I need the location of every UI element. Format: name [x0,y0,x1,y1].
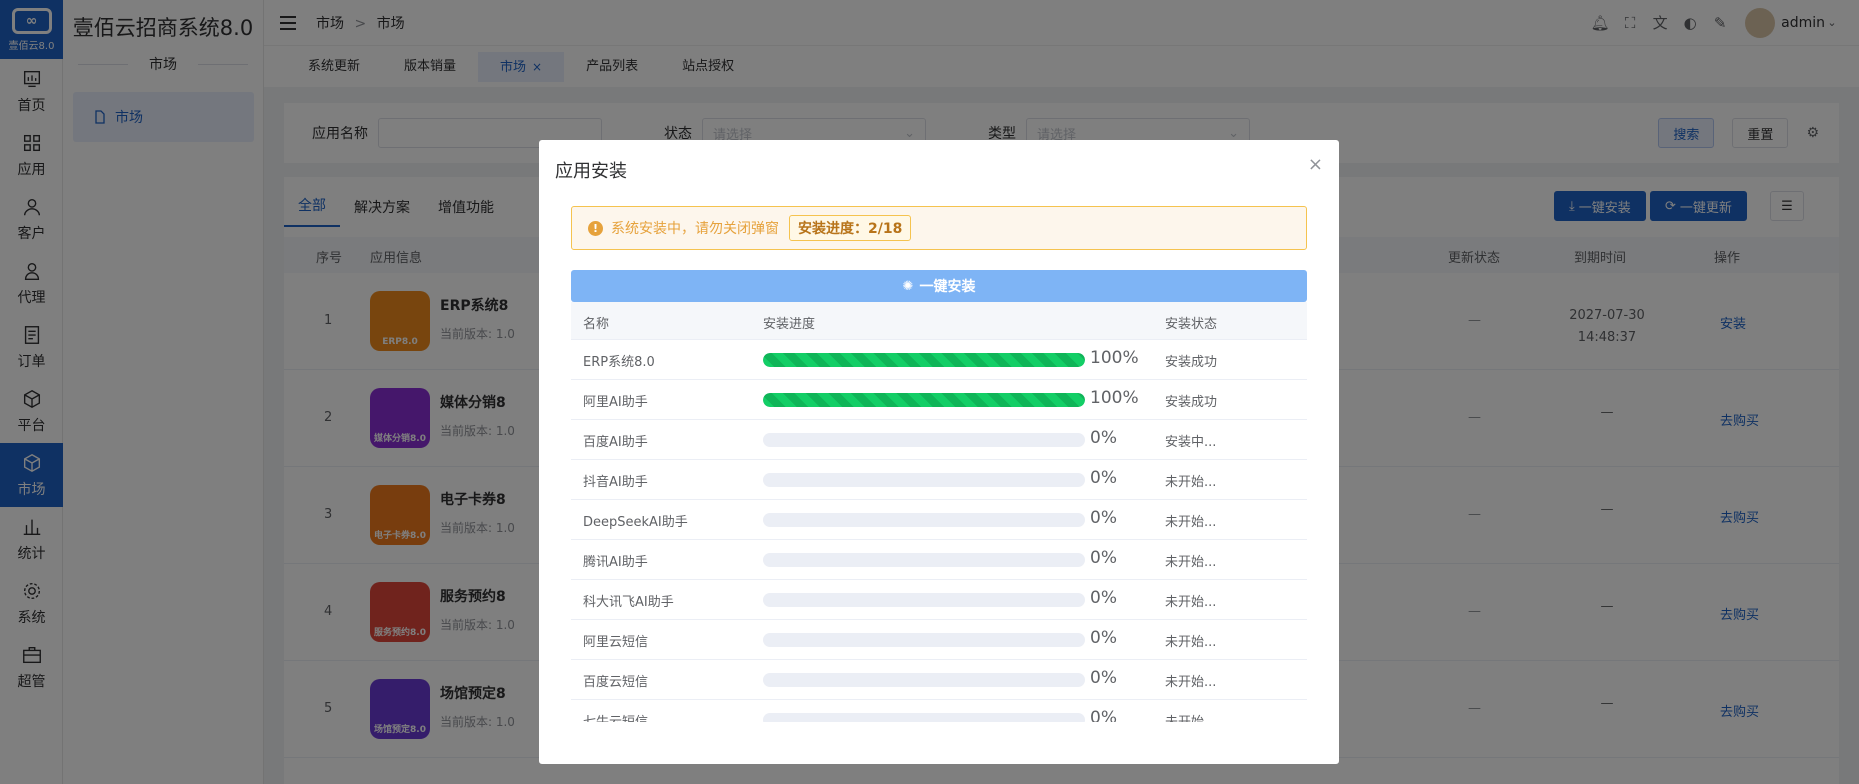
install-progress-percent: 0% [1090,628,1117,648]
install-progress-bar [763,553,1085,567]
col-name: 名称 [583,317,610,332]
warning-icon: ! [588,220,603,236]
install-progress-percent: 0% [1090,588,1117,608]
install-row: 七牛云短信 0% 未开始... [571,700,1307,722]
col-progress: 安装进度 [763,317,816,332]
install-status: 安装成功 [1165,355,1218,370]
install-item-name: 科大讯飞AI助手 [583,595,674,610]
install-row: 百度AI助手 0% 安装中... [571,420,1307,460]
install-status: 未开始... [1165,555,1217,570]
install-item-name: 阿里云短信 [583,635,649,650]
install-row: 阿里AI助手 100% 安装成功 [571,380,1307,420]
install-status: 未开始... [1165,675,1217,690]
install-item-name: 百度云短信 [583,675,649,690]
install-progress-percent: 100% [1090,388,1139,408]
install-progress-percent: 0% [1090,508,1117,528]
install-item-name: 抖音AI助手 [583,475,648,490]
install-progress-fill [763,353,1085,367]
install-table: 名称 安装进度 安装状态 ERP系统8.0 100% 安装成功 阿里AI助手 100% 安… [571,302,1307,722]
close-icon[interactable]: × [1308,154,1323,175]
loading-icon: ✺ [902,278,914,294]
install-item-name: ERP系统8.0 [583,355,655,370]
install-progress-percent: 0% [1090,548,1117,568]
install-progress-percent: 0% [1090,708,1117,722]
install-item-name: DeepSeekAI助手 [583,515,688,530]
install-item-name: 七牛云短信 [583,711,648,722]
install-status: 安装成功 [1165,395,1218,410]
install-progress-bar [763,513,1085,527]
alert-text: 系统安装中，请勿关闭弹窗 [611,221,779,237]
install-status: 未开始... [1165,595,1217,610]
install-progress-bar [763,673,1085,687]
install-item-name: 百度AI助手 [583,435,648,450]
install-dialog: 应用安装 × ! 系统安装中，请勿关闭弹窗 安装进度：2/18 ✺ 一键安装 名… [539,140,1339,764]
install-progress-bar [763,593,1085,607]
install-row: 阿里云短信 0% 未开始... [571,620,1307,660]
install-progress-percent: 0% [1090,428,1117,448]
install-item-name: 腾讯AI助手 [583,555,648,570]
install-progress-bar [763,633,1085,647]
install-row: 科大讯飞AI助手 0% 未开始... [571,580,1307,620]
install-progress-bar [763,433,1085,447]
install-progress-percent: 100% [1090,348,1139,368]
install-status: 安装中... [1165,435,1217,450]
install-progress-percent: 0% [1090,668,1117,688]
install-status: 未开始... [1165,711,1216,722]
install-row: 抖音AI助手 0% 未开始... [571,460,1307,500]
install-row: 百度云短信 0% 未开始... [571,660,1307,700]
install-progress-bar [763,473,1085,487]
install-status: 未开始... [1165,515,1217,530]
install-progress-bar [763,353,1085,367]
install-status: 未开始... [1165,475,1217,490]
install-progress-bar [763,713,1085,722]
install-progress-bar [763,393,1085,407]
install-item-name: 阿里AI助手 [583,395,648,410]
install-row: 腾讯AI助手 0% 未开始... [571,540,1307,580]
install-all-dialog-button[interactable]: ✺ 一键安装 [571,270,1307,302]
install-progress-fill [763,393,1085,407]
install-table-header: 名称 安装进度 安装状态 [571,302,1307,340]
col-status: 安装状态 [1165,317,1218,332]
install-progress-percent: 0% [1090,468,1117,488]
install-row: DeepSeekAI助手 0% 未开始... [571,500,1307,540]
install-row: ERP系统8.0 100% 安装成功 [571,340,1307,380]
install-status: 未开始... [1165,635,1217,650]
progress-tag: 安装进度：2/18 [789,215,912,241]
warning-alert: ! 系统安装中，请勿关闭弹窗 安装进度：2/18 [571,206,1307,250]
dialog-title: 应用安装 [555,161,627,182]
